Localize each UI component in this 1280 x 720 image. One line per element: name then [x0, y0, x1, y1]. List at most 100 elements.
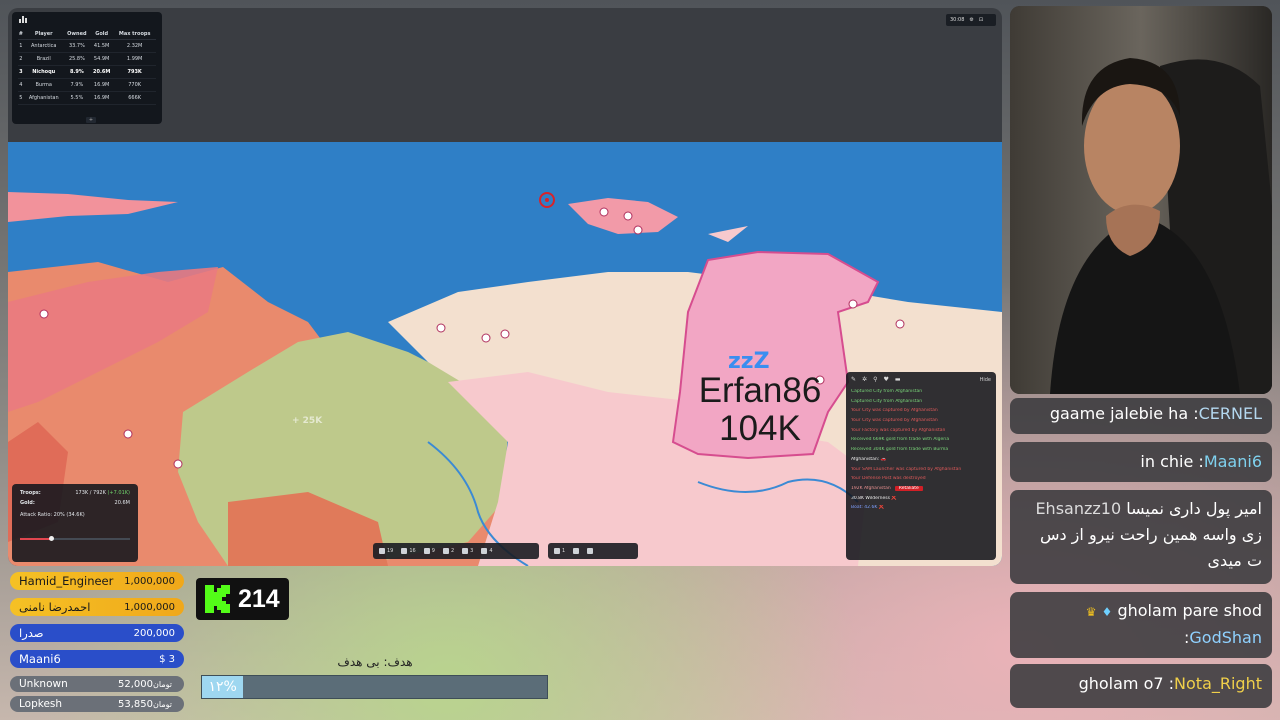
kick-viewer-badge: 214: [196, 578, 289, 620]
atom-bomb-icon: [573, 548, 580, 554]
factory-icon: [401, 548, 408, 554]
owned-cell: 33.7%: [63, 39, 90, 53]
event-line: Your SAM Launcher was captured by Afghan…: [851, 466, 962, 472]
atom-bomb-button[interactable]: [573, 548, 580, 554]
crown-icon: ♛: [1085, 605, 1097, 619]
event-line: Your Defense Post was destroyed: [851, 476, 926, 482]
build-warship-button[interactable]: 1: [554, 548, 565, 554]
event-line: Afghanistan: 🚗: [851, 456, 887, 462]
hide-button[interactable]: Hide: [980, 377, 991, 383]
table-row[interactable]: 1 Antarctica 33.7% 41.5M 2.32M: [18, 39, 156, 53]
build-port-button[interactable]: 9: [423, 548, 435, 554]
chat-message: in chie :Maani6: [1010, 442, 1272, 482]
city-icon: [436, 323, 446, 333]
player-cell: Nichoqu: [23, 65, 64, 79]
build-missile-silo-button[interactable]: 3: [462, 548, 473, 554]
chat-username: CERNEL: [1198, 404, 1262, 423]
attack-ratio-label: Attack Ratio: 20% (34.6K): [20, 512, 85, 518]
player-troops: 104K: [719, 409, 801, 448]
leaderboard-expand-button[interactable]: +: [86, 117, 96, 123]
build-factory-button[interactable]: 16: [401, 548, 416, 554]
event-line: Captured City from Afghanistan: [851, 398, 923, 404]
donor-name: صدرا: [19, 626, 44, 640]
pencil-icon[interactable]: ✎: [851, 376, 856, 383]
build-city-button[interactable]: 19: [379, 548, 393, 554]
goal-title: هدف: بی هدف: [337, 655, 413, 669]
diamond-icon: ♦: [1101, 605, 1113, 619]
city-icon: [895, 319, 905, 329]
player-name: Erfan86: [698, 371, 822, 410]
goal-progress-bar: ۱۲%: [201, 675, 548, 699]
donor-name: Maani6: [19, 652, 61, 666]
col-gold[interactable]: Gold: [89, 29, 114, 40]
attack-ratio-slider[interactable]: [20, 536, 130, 541]
bar-chart-icon[interactable]: [18, 15, 28, 23]
sam-launcher-icon: [481, 548, 488, 554]
exit-icon[interactable]: ⊡: [979, 17, 983, 23]
chat-icon[interactable]: ▬: [895, 376, 901, 383]
leaderboard-panel: # Player Owned Gold Max troops 1 Antarct…: [12, 12, 162, 124]
event-line-attack: 192K Afghanistan Retaliate: [851, 485, 991, 491]
chat-message: ♛ ♦ gholam pare shod :GodShan: [1010, 592, 1272, 658]
col-owned[interactable]: Owned: [63, 29, 90, 40]
city-icon: [633, 225, 643, 235]
chat-message: gholam o7 :Nota_Right: [1010, 664, 1272, 708]
hydrogen-bomb-icon: [587, 548, 594, 554]
attack-ratio-fill: [20, 538, 51, 540]
donor-name: Hamid_Engineer: [19, 574, 114, 588]
player-cell: Burma: [23, 78, 64, 92]
max-troops-cell: 1.99M: [113, 52, 156, 66]
handshake-icon[interactable]: ♥: [883, 376, 888, 383]
retaliate-button[interactable]: Retaliate: [894, 485, 923, 491]
event-line: Boat: 42.6K ❌: [851, 505, 885, 511]
sam-launcher-count: 4: [489, 548, 493, 554]
port-count: 9: [431, 548, 435, 554]
build-defense-post-button[interactable]: 2: [442, 548, 455, 554]
build-sam-launcher-button[interactable]: 4: [481, 548, 493, 554]
gold-label: Gold:: [20, 500, 35, 506]
event-line: Received 304K gold from trade with Burma: [851, 447, 949, 453]
chat-message: gaame jalebie ha :CERNEL: [1010, 398, 1272, 434]
table-row[interactable]: 5 Afghanistan 5.5% 16.9M 666K: [18, 91, 156, 105]
chat-username: GodShan: [1189, 628, 1262, 647]
warship-icon: [554, 548, 560, 554]
attack-text: 192K Afghanistan: [851, 485, 891, 491]
donor-name: Lopkesh: [19, 698, 63, 710]
donation-amount: 1,000,000: [124, 601, 175, 613]
factory-count: 16: [409, 548, 416, 554]
build-toolbar: 19 16 9 2 3 4: [373, 543, 539, 559]
settings-icon[interactable]: ⚙: [969, 17, 973, 23]
player-map-label: Erfan86 104K: [690, 372, 830, 448]
defense-post-count: 2: [450, 548, 455, 554]
warship-count: 1: [562, 548, 566, 554]
max-troops-cell: 666K: [113, 91, 156, 105]
chat-username: Nota_Right: [1174, 674, 1262, 693]
defense-post-icon: [442, 548, 449, 554]
col-max-troops[interactable]: Max troops: [113, 29, 156, 40]
donation-amount: 53,850: [118, 698, 154, 710]
attack-ratio-handle[interactable]: [48, 536, 54, 541]
owned-cell: 5.5%: [63, 91, 90, 105]
game-window: zzZ Erfan86 104K + 25K # Player Owned Go…: [8, 8, 1002, 566]
hydrogen-bomb-button[interactable]: [587, 548, 594, 554]
troop-gain-label: + 25K: [292, 416, 323, 426]
donation-amount: 1,000,000: [124, 575, 175, 587]
gear-icon[interactable]: ✲: [862, 376, 867, 383]
city-count: 19: [387, 548, 394, 554]
player-cell: Antarctica: [23, 39, 64, 53]
table-row[interactable]: 2 Brazil 25.8% 54.9M 1.99M: [18, 52, 156, 66]
donation-row: Unknown تومان52,000: [10, 676, 184, 692]
donation-amount: 200,000: [133, 627, 175, 639]
owned-cell: 8.9%: [63, 65, 90, 79]
city-icon: [123, 429, 133, 439]
troops-value: 173K / 792K: [75, 490, 106, 496]
chat-username: Maani6: [1203, 452, 1262, 471]
event-line: 30.8K Wilderness ❌: [851, 495, 897, 501]
gold-cell: 16.9M: [89, 91, 114, 105]
table-row[interactable]: 4 Burma 7.9% 16.9M 770K: [18, 78, 156, 92]
event-line: Captured City from Afghanistan: [851, 389, 923, 394]
event-line: Received 669K gold from trade with Alger…: [851, 437, 950, 443]
table-row-current-player[interactable]: 3 Nichoqu 8.9% 20.6M 793K: [18, 65, 156, 79]
city-icon: [481, 333, 491, 343]
person-icon[interactable]: ⚲: [873, 376, 877, 383]
